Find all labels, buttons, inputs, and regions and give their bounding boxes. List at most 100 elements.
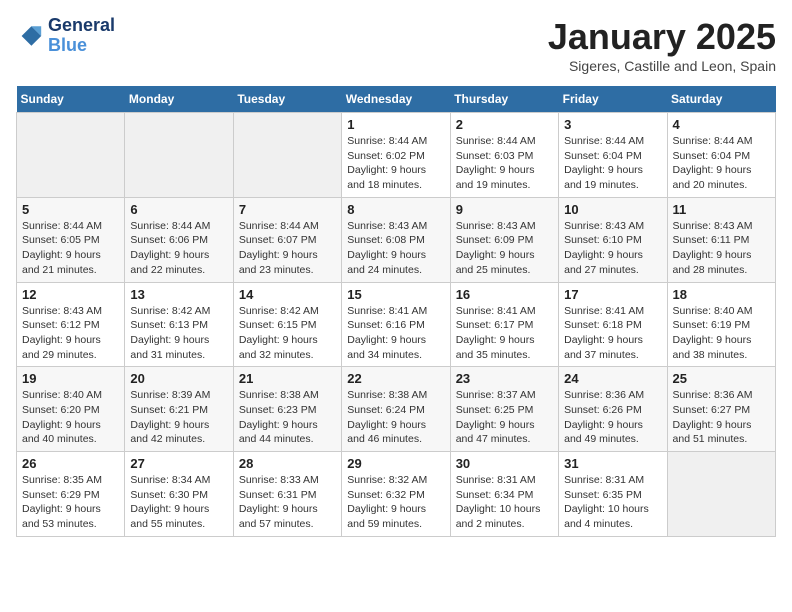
calendar-cell: 4 Sunrise: 8:44 AM Sunset: 6:04 PM Daylig… <box>667 113 775 198</box>
location-subtitle: Sigeres, Castille and Leon, Spain <box>548 58 776 74</box>
day-number: 16 <box>456 287 553 302</box>
day-number: 23 <box>456 371 553 386</box>
weekday-header-sunday: Sunday <box>17 86 125 113</box>
calendar-cell <box>667 452 775 537</box>
calendar-cell: 8 Sunrise: 8:43 AM Sunset: 6:08 PM Daylig… <box>342 197 450 282</box>
calendar-week-4: 19 Sunrise: 8:40 AM Sunset: 6:20 PM Dayli… <box>17 367 776 452</box>
day-number: 14 <box>239 287 336 302</box>
logo-icon <box>16 22 44 50</box>
day-number: 27 <box>130 456 227 471</box>
day-info: Sunrise: 8:41 AM Sunset: 6:17 PM Dayligh… <box>456 304 553 363</box>
weekday-header-wednesday: Wednesday <box>342 86 450 113</box>
day-number: 6 <box>130 202 227 217</box>
day-number: 24 <box>564 371 661 386</box>
day-info: Sunrise: 8:44 AM Sunset: 6:07 PM Dayligh… <box>239 219 336 278</box>
calendar-cell: 25 Sunrise: 8:36 AM Sunset: 6:27 PM Dayli… <box>667 367 775 452</box>
day-number: 5 <box>22 202 119 217</box>
day-info: Sunrise: 8:44 AM Sunset: 6:04 PM Dayligh… <box>564 134 661 193</box>
month-title: January 2025 <box>548 16 776 58</box>
calendar-week-1: 1 Sunrise: 8:44 AM Sunset: 6:02 PM Daylig… <box>17 113 776 198</box>
calendar-week-5: 26Sunrise: 8:35 AM Sunset: 6:29 PM Dayli… <box>17 452 776 537</box>
calendar-cell: 16 Sunrise: 8:41 AM Sunset: 6:17 PM Dayli… <box>450 282 558 367</box>
calendar-cell: 22 Sunrise: 8:38 AM Sunset: 6:24 PM Dayli… <box>342 367 450 452</box>
day-number: 12 <box>22 287 119 302</box>
weekday-header-monday: Monday <box>125 86 233 113</box>
logo-line2: Blue <box>48 36 115 56</box>
day-number: 26 <box>22 456 119 471</box>
calendar-cell: 18 Sunrise: 8:40 AM Sunset: 6:19 PM Dayli… <box>667 282 775 367</box>
title-block: January 2025 Sigeres, Castille and Leon,… <box>548 16 776 74</box>
day-info: Sunrise: 8:41 AM Sunset: 6:16 PM Dayligh… <box>347 304 444 363</box>
day-info: Sunrise: 8:43 AM Sunset: 6:08 PM Dayligh… <box>347 219 444 278</box>
calendar-cell: 19 Sunrise: 8:40 AM Sunset: 6:20 PM Dayli… <box>17 367 125 452</box>
day-number: 29 <box>347 456 444 471</box>
day-number: 13 <box>130 287 227 302</box>
calendar-cell: 23 Sunrise: 8:37 AM Sunset: 6:25 PM Dayli… <box>450 367 558 452</box>
day-number: 3 <box>564 117 661 132</box>
day-number: 19 <box>22 371 119 386</box>
day-info: Sunrise: 8:40 AM Sunset: 6:20 PM Dayligh… <box>22 388 119 447</box>
day-number: 25 <box>673 371 770 386</box>
calendar-cell <box>17 113 125 198</box>
day-info: Sunrise: 8:44 AM Sunset: 6:05 PM Dayligh… <box>22 219 119 278</box>
day-number: 1 <box>347 117 444 132</box>
calendar-cell <box>125 113 233 198</box>
day-info: Sunrise: 8:33 AM Sunset: 6:31 PM Dayligh… <box>239 473 336 532</box>
day-number: 15 <box>347 287 444 302</box>
day-info: Sunrise: 8:36 AM Sunset: 6:26 PM Dayligh… <box>564 388 661 447</box>
day-info: Sunrise: 8:37 AM Sunset: 6:25 PM Dayligh… <box>456 388 553 447</box>
day-number: 11 <box>673 202 770 217</box>
weekday-header-row: SundayMondayTuesdayWednesdayThursdayFrid… <box>17 86 776 113</box>
calendar-cell: 5 Sunrise: 8:44 AM Sunset: 6:05 PM Daylig… <box>17 197 125 282</box>
calendar-cell: 14 Sunrise: 8:42 AM Sunset: 6:15 PM Dayli… <box>233 282 341 367</box>
calendar-cell: 31 Sunrise: 8:31 AM Sunset: 6:35 PM Dayli… <box>559 452 667 537</box>
day-number: 4 <box>673 117 770 132</box>
day-info: Sunrise: 8:43 AM Sunset: 6:10 PM Dayligh… <box>564 219 661 278</box>
calendar-cell: 2Sunrise: 8:44 AM Sunset: 6:03 PM Daylig… <box>450 113 558 198</box>
day-info: Sunrise: 8:36 AM Sunset: 6:27 PM Dayligh… <box>673 388 770 447</box>
day-number: 10 <box>564 202 661 217</box>
day-info: Sunrise: 8:44 AM Sunset: 6:04 PM Dayligh… <box>673 134 770 193</box>
day-info: Sunrise: 8:38 AM Sunset: 6:24 PM Dayligh… <box>347 388 444 447</box>
weekday-header-saturday: Saturday <box>667 86 775 113</box>
weekday-header-friday: Friday <box>559 86 667 113</box>
day-info: Sunrise: 8:42 AM Sunset: 6:13 PM Dayligh… <box>130 304 227 363</box>
logo-text: General Blue <box>48 16 115 56</box>
calendar-week-3: 12 Sunrise: 8:43 AM Sunset: 6:12 PM Dayli… <box>17 282 776 367</box>
day-number: 17 <box>564 287 661 302</box>
calendar-cell: 9Sunrise: 8:43 AM Sunset: 6:09 PM Daylig… <box>450 197 558 282</box>
day-info: Sunrise: 8:42 AM Sunset: 6:15 PM Dayligh… <box>239 304 336 363</box>
calendar-cell: 27 Sunrise: 8:34 AM Sunset: 6:30 PM Dayli… <box>125 452 233 537</box>
day-info: Sunrise: 8:44 AM Sunset: 6:06 PM Dayligh… <box>130 219 227 278</box>
day-info: Sunrise: 8:32 AM Sunset: 6:32 PM Dayligh… <box>347 473 444 532</box>
day-info: Sunrise: 8:40 AM Sunset: 6:19 PM Dayligh… <box>673 304 770 363</box>
calendar-cell: 7Sunrise: 8:44 AM Sunset: 6:07 PM Daylig… <box>233 197 341 282</box>
day-number: 28 <box>239 456 336 471</box>
weekday-header-tuesday: Tuesday <box>233 86 341 113</box>
calendar-cell: 26Sunrise: 8:35 AM Sunset: 6:29 PM Dayli… <box>17 452 125 537</box>
day-info: Sunrise: 8:31 AM Sunset: 6:35 PM Dayligh… <box>564 473 661 532</box>
day-number: 22 <box>347 371 444 386</box>
calendar-cell: 10 Sunrise: 8:43 AM Sunset: 6:10 PM Dayli… <box>559 197 667 282</box>
day-info: Sunrise: 8:43 AM Sunset: 6:09 PM Dayligh… <box>456 219 553 278</box>
calendar-cell: 30Sunrise: 8:31 AM Sunset: 6:34 PM Dayli… <box>450 452 558 537</box>
calendar-cell: 12 Sunrise: 8:43 AM Sunset: 6:12 PM Dayli… <box>17 282 125 367</box>
calendar-week-2: 5 Sunrise: 8:44 AM Sunset: 6:05 PM Daylig… <box>17 197 776 282</box>
weekday-header-thursday: Thursday <box>450 86 558 113</box>
logo-line1: General <box>48 16 115 36</box>
calendar-cell: 20 Sunrise: 8:39 AM Sunset: 6:21 PM Dayli… <box>125 367 233 452</box>
page-header: General Blue January 2025 Sigeres, Casti… <box>16 16 776 74</box>
day-number: 18 <box>673 287 770 302</box>
day-number: 21 <box>239 371 336 386</box>
day-number: 8 <box>347 202 444 217</box>
day-info: Sunrise: 8:39 AM Sunset: 6:21 PM Dayligh… <box>130 388 227 447</box>
logo: General Blue <box>16 16 115 56</box>
calendar-cell: 1 Sunrise: 8:44 AM Sunset: 6:02 PM Daylig… <box>342 113 450 198</box>
calendar-cell: 21Sunrise: 8:38 AM Sunset: 6:23 PM Dayli… <box>233 367 341 452</box>
day-number: 20 <box>130 371 227 386</box>
day-number: 31 <box>564 456 661 471</box>
day-info: Sunrise: 8:34 AM Sunset: 6:30 PM Dayligh… <box>130 473 227 532</box>
day-info: Sunrise: 8:43 AM Sunset: 6:12 PM Dayligh… <box>22 304 119 363</box>
day-info: Sunrise: 8:44 AM Sunset: 6:02 PM Dayligh… <box>347 134 444 193</box>
calendar-cell: 13 Sunrise: 8:42 AM Sunset: 6:13 PM Dayli… <box>125 282 233 367</box>
